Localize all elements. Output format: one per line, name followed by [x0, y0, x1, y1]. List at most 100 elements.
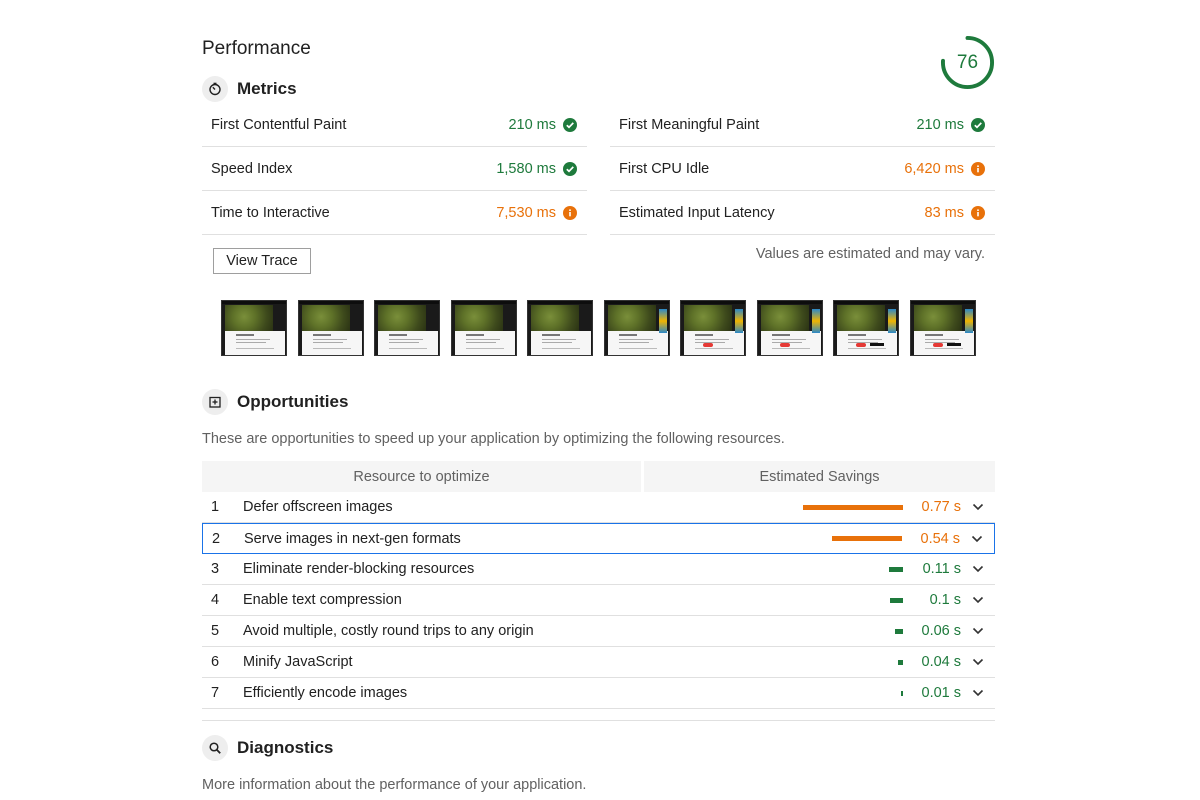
metric-value: 210 ms — [508, 116, 556, 133]
opportunity-row[interactable]: 1 Defer offscreen images 0.77 s — [202, 492, 995, 523]
savings-bar — [803, 504, 903, 510]
opportunity-icon — [202, 389, 228, 415]
stopwatch-icon — [202, 76, 228, 102]
check-circle-icon — [971, 117, 985, 132]
opportunity-number: 1 — [211, 499, 220, 515]
diagnostics-title: Diagnostics — [237, 738, 334, 757]
savings-bar — [832, 536, 902, 541]
metric-row: Estimated Input Latency 83 ms — [610, 191, 995, 235]
savings-bar-track — [797, 678, 907, 709]
savings-bar — [901, 690, 903, 696]
metric-label: Estimated Input Latency — [619, 204, 775, 221]
chevron-down-icon[interactable] — [960, 535, 994, 543]
estimate-note: Values are estimated and may vary. — [755, 246, 985, 262]
metric-row: First Meaningful Paint 210 ms — [610, 103, 995, 147]
savings-bar-track — [797, 616, 907, 647]
savings-value: 0.54 s — [920, 530, 961, 547]
opportunity-row[interactable]: 6 Minify JavaScript 0.04 s — [202, 647, 995, 678]
savings-bar-track — [797, 585, 907, 616]
score-gauge: 76 — [940, 35, 995, 90]
metric-value: 1,580 ms — [496, 160, 556, 177]
opportunity-row[interactable]: 5 Avoid multiple, costly round trips to a… — [202, 616, 995, 647]
metrics-header: Metrics — [202, 76, 297, 102]
filmstrip — [221, 300, 986, 356]
search-icon — [202, 735, 228, 761]
savings-bar — [895, 628, 903, 634]
chevron-down-icon[interactable] — [961, 503, 995, 511]
opportunities-table: Resource to optimize Estimated Savings 1… — [202, 461, 995, 709]
metric-row: Time to Interactive 7,530 ms — [202, 191, 587, 235]
chevron-down-icon[interactable] — [961, 627, 995, 635]
savings-value: 0.06 s — [921, 623, 962, 639]
savings-bar-track — [797, 554, 907, 585]
check-circle-icon — [563, 117, 577, 132]
check-circle-icon — [563, 161, 577, 176]
opportunity-number: 2 — [212, 530, 221, 547]
opportunity-number: 6 — [211, 654, 220, 670]
filmstrip-frame — [680, 300, 746, 356]
opportunity-number: 5 — [211, 623, 220, 639]
metric-row: First Contentful Paint 210 ms — [202, 103, 587, 147]
metric-label: First CPU Idle — [619, 160, 710, 177]
section-divider — [202, 720, 995, 721]
savings-bar-track — [796, 523, 906, 554]
performance-score: 76 — [956, 52, 979, 73]
filmstrip-frame — [450, 300, 517, 356]
chevron-down-icon[interactable] — [961, 596, 995, 604]
filmstrip-frame — [221, 300, 287, 356]
savings-bar — [889, 566, 903, 572]
metric-row: First CPU Idle 6,420 ms — [610, 147, 995, 191]
metric-value: 7,530 ms — [496, 204, 556, 221]
filmstrip-frame — [909, 300, 976, 356]
info-circle-icon — [971, 161, 985, 176]
savings-value: 0.1 s — [929, 592, 961, 608]
metric-value: 6,420 ms — [904, 160, 964, 177]
chevron-down-icon[interactable] — [961, 658, 995, 666]
opportunity-label: Efficiently encode images — [243, 685, 408, 701]
chevron-down-icon[interactable] — [961, 565, 995, 573]
diagnostics-header: Diagnostics — [202, 735, 333, 761]
metric-label: First Contentful Paint — [211, 116, 347, 133]
metric-label: First Meaningful Paint — [619, 116, 760, 133]
opportunity-label: Minify JavaScript — [243, 654, 353, 670]
opportunity-row[interactable]: 3 Eliminate render-blocking resources 0.11… — [202, 554, 995, 585]
savings-value: 0.04 s — [921, 654, 962, 670]
metric-value: 210 ms — [916, 116, 964, 133]
opportunities-header: Opportunities — [202, 389, 348, 415]
column-header-savings: Estimated Savings — [644, 461, 995, 492]
column-header-resource: Resource to optimize — [202, 461, 641, 492]
savings-value: 0.77 s — [921, 499, 962, 515]
info-circle-icon — [563, 205, 577, 220]
opportunity-row[interactable]: 4 Enable text compression 0.1 s — [202, 585, 995, 616]
opportunity-row[interactable]: 2 Serve images in next-gen formats 0.54 s — [202, 523, 995, 554]
table-header: Resource to optimize Estimated Savings — [202, 461, 995, 492]
metric-row: Speed Index 1,580 ms — [202, 147, 587, 191]
savings-bar-track — [797, 647, 907, 678]
opportunity-number: 4 — [211, 592, 220, 608]
opportunity-label: Defer offscreen images — [243, 499, 393, 515]
filmstrip-frame — [297, 300, 364, 356]
view-trace-button[interactable]: View Trace — [213, 248, 311, 274]
metrics-title: Metrics — [237, 79, 297, 98]
savings-bar-track — [797, 492, 907, 523]
savings-bar — [898, 659, 903, 665]
opportunity-label: Eliminate render-blocking resources — [243, 561, 475, 577]
metric-label: Time to Interactive — [211, 204, 330, 221]
opportunity-number: 3 — [211, 561, 220, 577]
opportunities-description: These are opportunities to speed up your… — [202, 431, 785, 447]
opportunity-label: Enable text compression — [243, 592, 402, 608]
filmstrip-frame — [527, 300, 593, 356]
metric-label: Speed Index — [211, 160, 293, 177]
metric-value: 83 ms — [924, 204, 965, 221]
opportunities-title: Opportunities — [237, 392, 349, 411]
filmstrip-frame — [756, 300, 823, 356]
savings-value: 0.01 s — [921, 685, 962, 701]
info-circle-icon — [971, 205, 985, 220]
chevron-down-icon[interactable] — [961, 689, 995, 697]
opportunity-label: Serve images in next-gen formats — [244, 530, 461, 547]
savings-bar — [890, 597, 903, 603]
opportunity-number: 7 — [211, 685, 220, 701]
opportunity-row[interactable]: 7 Efficiently encode images 0.01 s — [202, 678, 995, 709]
page-title: Performance — [202, 38, 311, 59]
opportunity-label: Avoid multiple, costly round trips to an… — [243, 623, 534, 639]
